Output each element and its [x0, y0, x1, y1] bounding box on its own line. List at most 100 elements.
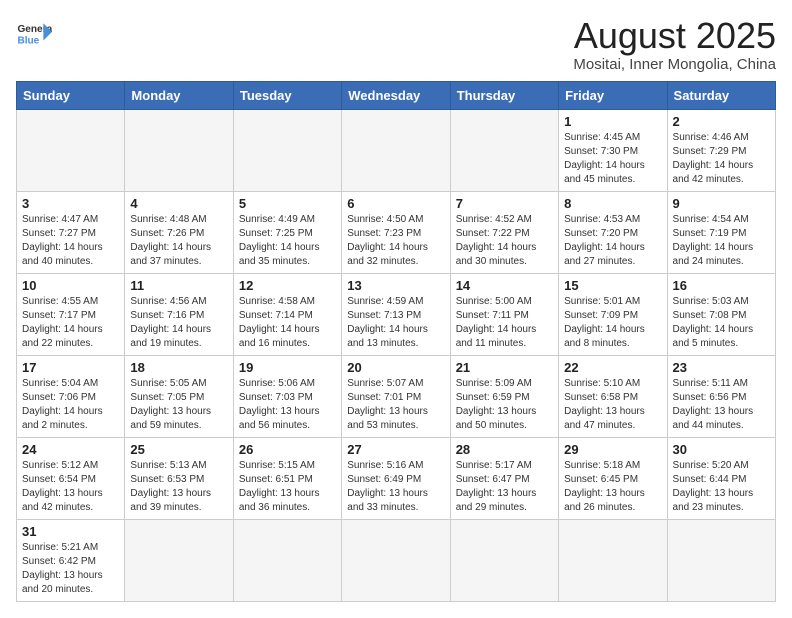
day-info: Sunrise: 4:46 AM Sunset: 7:29 PM Dayligh… [673, 131, 770, 187]
day-number: 31 [22, 524, 119, 539]
day-number: 18 [130, 360, 227, 375]
weekday-header-wednesday: Wednesday [342, 81, 450, 109]
day-number: 7 [456, 196, 553, 211]
day-info: Sunrise: 5:06 AM Sunset: 7:03 PM Dayligh… [239, 377, 336, 433]
calendar-cell: 25 Sunrise: 5:13 AM Sunset: 6:53 PM Dayli… [125, 437, 233, 519]
calendar-cell [450, 519, 558, 601]
calendar-cell: 20 Sunrise: 5:07 AM Sunset: 7:01 PM Dayli… [342, 355, 450, 437]
weekday-header-monday: Monday [125, 81, 233, 109]
calendar-cell [17, 109, 125, 191]
day-info: Sunrise: 5:18 AM Sunset: 6:45 PM Dayligh… [564, 459, 661, 515]
calendar-cell: 12 Sunrise: 4:58 AM Sunset: 7:14 PM Dayli… [233, 273, 341, 355]
day-info: Sunrise: 5:09 AM Sunset: 6:59 PM Dayligh… [456, 377, 553, 433]
calendar-week-0: 1Sunrise: 4:45 AM Sunset: 7:30 PM Daylig… [17, 109, 776, 191]
calendar-week-3: 17 Sunrise: 5:04 AM Sunset: 7:06 PM Dayli… [17, 355, 776, 437]
calendar-cell [125, 519, 233, 601]
calendar-cell: 13Sunrise: 4:59 AM Sunset: 7:13 PM Dayli… [342, 273, 450, 355]
calendar-cell: 9Sunrise: 4:54 AM Sunset: 7:19 PM Daylig… [667, 191, 775, 273]
calendar-week-1: 3 Sunrise: 4:47 AM Sunset: 7:27 PM Daylig… [17, 191, 776, 273]
day-number: 16 [673, 278, 770, 293]
calendar-week-5: 31Sunrise: 5:21 AM Sunset: 6:42 PM Dayli… [17, 519, 776, 601]
day-info: Sunrise: 5:04 AM Sunset: 7:06 PM Dayligh… [22, 377, 119, 433]
day-info: Sunrise: 4:47 AM Sunset: 7:27 PM Dayligh… [22, 213, 119, 269]
day-number: 8 [564, 196, 661, 211]
weekday-header-saturday: Saturday [667, 81, 775, 109]
day-info: Sunrise: 5:01 AM Sunset: 7:09 PM Dayligh… [564, 295, 661, 351]
calendar-cell: 27Sunrise: 5:16 AM Sunset: 6:49 PM Dayli… [342, 437, 450, 519]
calendar-cell: 21 Sunrise: 5:09 AM Sunset: 6:59 PM Dayli… [450, 355, 558, 437]
day-number: 22 [564, 360, 661, 375]
logo-icon: General Blue [16, 16, 52, 52]
calendar-cell: 28 Sunrise: 5:17 AM Sunset: 6:47 PM Dayli… [450, 437, 558, 519]
page-header: General Blue August 2025 Mositai, Inner … [16, 16, 776, 73]
calendar-cell: 1Sunrise: 4:45 AM Sunset: 7:30 PM Daylig… [559, 109, 667, 191]
day-info: Sunrise: 4:52 AM Sunset: 7:22 PM Dayligh… [456, 213, 553, 269]
calendar-cell: 4 Sunrise: 4:48 AM Sunset: 7:26 PM Daylig… [125, 191, 233, 273]
calendar-cell: 17 Sunrise: 5:04 AM Sunset: 7:06 PM Dayli… [17, 355, 125, 437]
day-number: 3 [22, 196, 119, 211]
day-number: 28 [456, 442, 553, 457]
day-info: Sunrise: 4:48 AM Sunset: 7:26 PM Dayligh… [130, 213, 227, 269]
day-number: 15 [564, 278, 661, 293]
calendar-cell: 16Sunrise: 5:03 AM Sunset: 7:08 PM Dayli… [667, 273, 775, 355]
calendar-cell [342, 519, 450, 601]
calendar-cell: 18 Sunrise: 5:05 AM Sunset: 7:05 PM Dayli… [125, 355, 233, 437]
calendar-cell: 30 Sunrise: 5:20 AM Sunset: 6:44 PM Dayli… [667, 437, 775, 519]
day-number: 12 [239, 278, 336, 293]
day-number: 30 [673, 442, 770, 457]
calendar-cell: 8 Sunrise: 4:53 AM Sunset: 7:20 PM Daylig… [559, 191, 667, 273]
day-info: Sunrise: 4:58 AM Sunset: 7:14 PM Dayligh… [239, 295, 336, 351]
calendar-cell: 31Sunrise: 5:21 AM Sunset: 6:42 PM Dayli… [17, 519, 125, 601]
calendar-subtitle: Mositai, Inner Mongolia, China [573, 56, 776, 73]
calendar-cell: 26Sunrise: 5:15 AM Sunset: 6:51 PM Dayli… [233, 437, 341, 519]
day-info: Sunrise: 4:49 AM Sunset: 7:25 PM Dayligh… [239, 213, 336, 269]
calendar-cell [233, 109, 341, 191]
calendar-cell: 2Sunrise: 4:46 AM Sunset: 7:29 PM Daylig… [667, 109, 775, 191]
calendar-cell: 23Sunrise: 5:11 AM Sunset: 6:56 PM Dayli… [667, 355, 775, 437]
weekday-header-thursday: Thursday [450, 81, 558, 109]
day-number: 26 [239, 442, 336, 457]
day-info: Sunrise: 4:50 AM Sunset: 7:23 PM Dayligh… [347, 213, 444, 269]
weekday-header-friday: Friday [559, 81, 667, 109]
day-number: 19 [239, 360, 336, 375]
day-number: 17 [22, 360, 119, 375]
day-info: Sunrise: 4:53 AM Sunset: 7:20 PM Dayligh… [564, 213, 661, 269]
day-info: Sunrise: 5:05 AM Sunset: 7:05 PM Dayligh… [130, 377, 227, 433]
day-info: Sunrise: 5:17 AM Sunset: 6:47 PM Dayligh… [456, 459, 553, 515]
calendar-week-4: 24 Sunrise: 5:12 AM Sunset: 6:54 PM Dayli… [17, 437, 776, 519]
day-info: Sunrise: 5:20 AM Sunset: 6:44 PM Dayligh… [673, 459, 770, 515]
calendar-cell: 5 Sunrise: 4:49 AM Sunset: 7:25 PM Daylig… [233, 191, 341, 273]
day-info: Sunrise: 4:55 AM Sunset: 7:17 PM Dayligh… [22, 295, 119, 351]
calendar-cell [667, 519, 775, 601]
weekday-header-sunday: Sunday [17, 81, 125, 109]
calendar-cell [125, 109, 233, 191]
day-info: Sunrise: 5:07 AM Sunset: 7:01 PM Dayligh… [347, 377, 444, 433]
day-info: Sunrise: 5:00 AM Sunset: 7:11 PM Dayligh… [456, 295, 553, 351]
day-number: 4 [130, 196, 227, 211]
day-number: 20 [347, 360, 444, 375]
day-number: 9 [673, 196, 770, 211]
day-number: 25 [130, 442, 227, 457]
day-number: 6 [347, 196, 444, 211]
day-number: 29 [564, 442, 661, 457]
day-info: Sunrise: 5:12 AM Sunset: 6:54 PM Dayligh… [22, 459, 119, 515]
day-number: 5 [239, 196, 336, 211]
day-info: Sunrise: 5:10 AM Sunset: 6:58 PM Dayligh… [564, 377, 661, 433]
title-block: August 2025 Mositai, Inner Mongolia, Chi… [573, 16, 776, 73]
calendar-cell: 3 Sunrise: 4:47 AM Sunset: 7:27 PM Daylig… [17, 191, 125, 273]
day-number: 27 [347, 442, 444, 457]
day-number: 21 [456, 360, 553, 375]
calendar-cell [559, 519, 667, 601]
calendar-cell: 10Sunrise: 4:55 AM Sunset: 7:17 PM Dayli… [17, 273, 125, 355]
calendar-cell: 19 Sunrise: 5:06 AM Sunset: 7:03 PM Dayli… [233, 355, 341, 437]
calendar-cell: 14Sunrise: 5:00 AM Sunset: 7:11 PM Dayli… [450, 273, 558, 355]
day-info: Sunrise: 5:13 AM Sunset: 6:53 PM Dayligh… [130, 459, 227, 515]
calendar-cell [450, 109, 558, 191]
svg-text:Blue: Blue [17, 35, 39, 46]
day-info: Sunrise: 4:45 AM Sunset: 7:30 PM Dayligh… [564, 131, 661, 187]
day-number: 24 [22, 442, 119, 457]
calendar-cell: 7 Sunrise: 4:52 AM Sunset: 7:22 PM Daylig… [450, 191, 558, 273]
calendar-cell: 6 Sunrise: 4:50 AM Sunset: 7:23 PM Daylig… [342, 191, 450, 273]
calendar-title: August 2025 [573, 16, 776, 56]
day-info: Sunrise: 5:11 AM Sunset: 6:56 PM Dayligh… [673, 377, 770, 433]
